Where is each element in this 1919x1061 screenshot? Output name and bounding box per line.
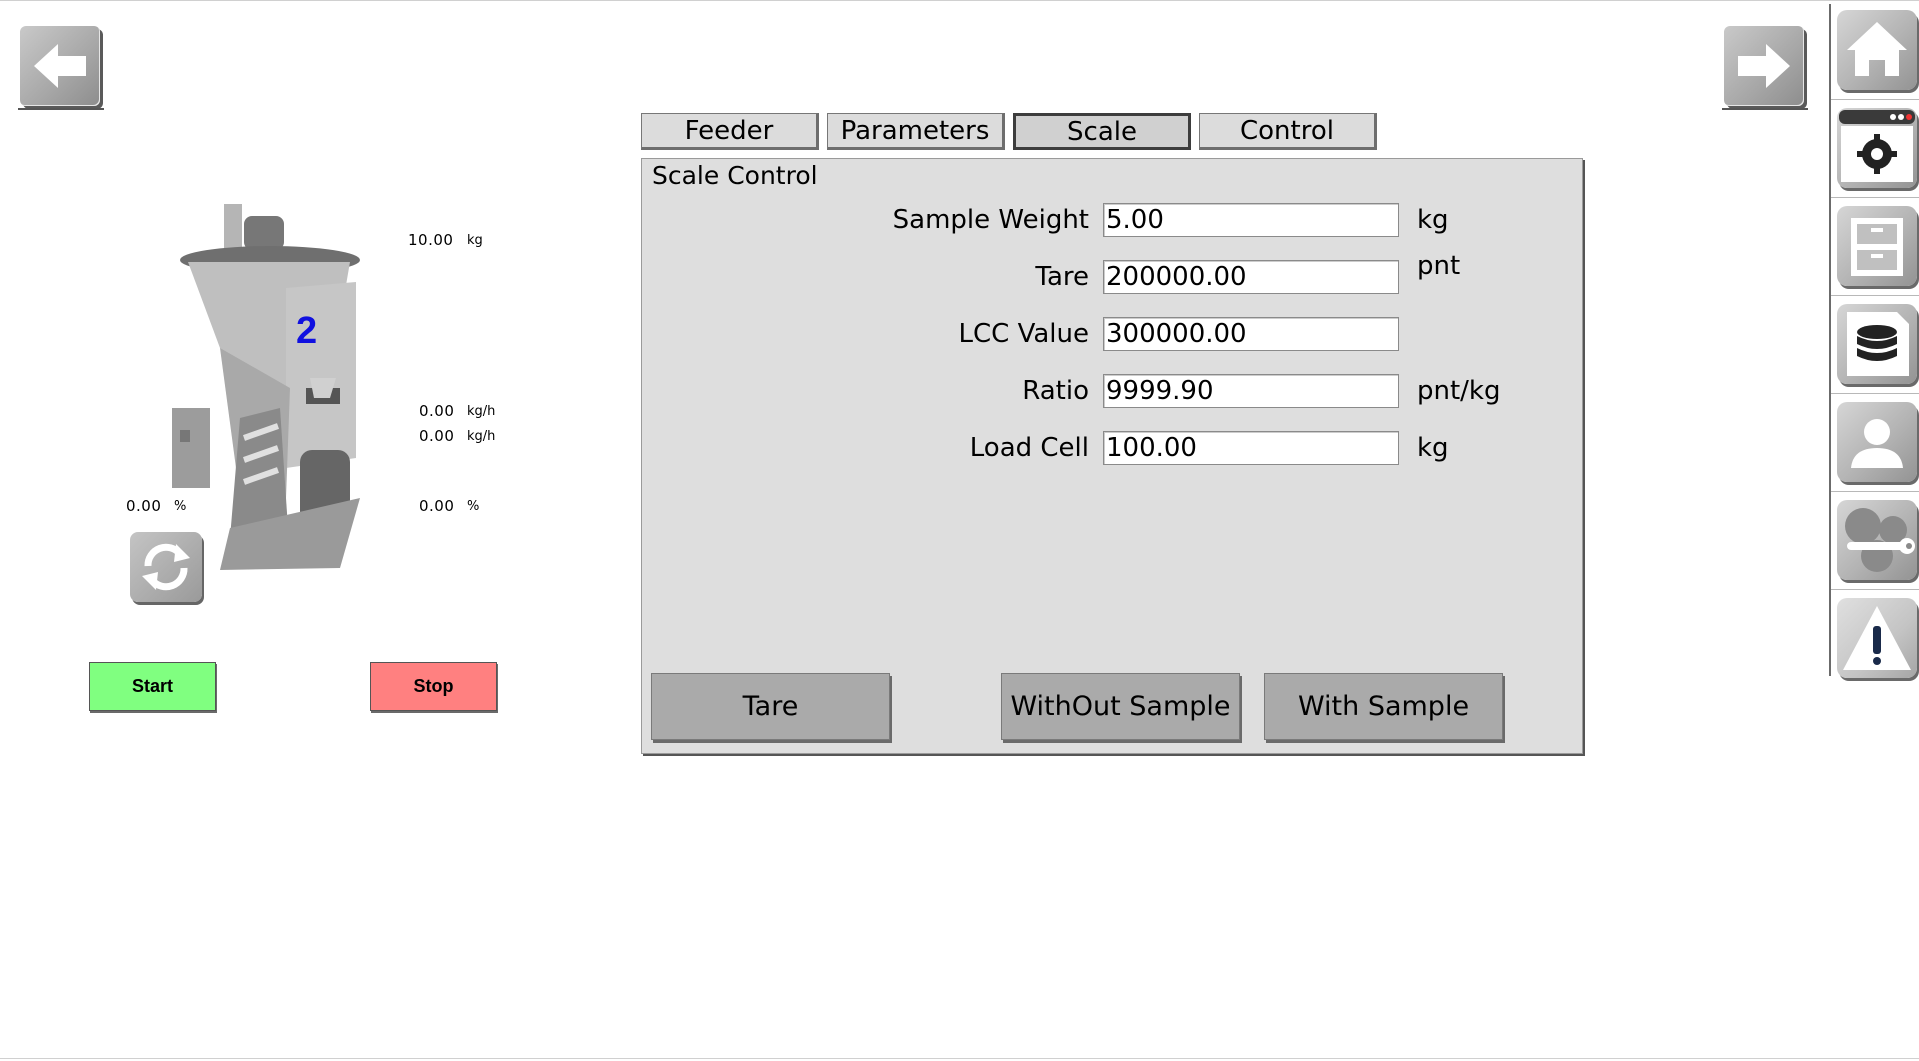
feeder-number: 2 bbox=[296, 310, 318, 352]
tab-label: Scale bbox=[1067, 116, 1137, 147]
right-percent-unit: % bbox=[467, 499, 480, 514]
tab-scale[interactable]: Scale bbox=[1013, 113, 1191, 150]
tare-button-label: Tare bbox=[742, 691, 799, 722]
rail-separator bbox=[1831, 197, 1919, 198]
left-percent-unit: % bbox=[174, 499, 187, 514]
load-cell-input[interactable]: 100.00 bbox=[1103, 431, 1399, 465]
tab-feeder[interactable]: Feeder bbox=[641, 113, 819, 150]
tare-label: Tare bbox=[1035, 262, 1089, 292]
tare-unit: pnt bbox=[1417, 251, 1461, 281]
lcc-value-input[interactable]: 300000.00 bbox=[1103, 317, 1399, 351]
forward-button-underline bbox=[1722, 108, 1808, 110]
start-button-label: Start bbox=[131, 676, 173, 696]
rate2-value: 0.00 bbox=[419, 427, 455, 445]
without-sample-button[interactable]: WithOut Sample bbox=[1001, 673, 1240, 740]
database-button[interactable] bbox=[1837, 304, 1917, 384]
sample-weight-label: Sample Weight bbox=[892, 205, 1089, 235]
refresh-button[interactable] bbox=[130, 532, 202, 602]
settings-button[interactable] bbox=[1837, 108, 1917, 188]
home-button[interactable] bbox=[1837, 10, 1917, 90]
weight-unit: kg bbox=[467, 233, 483, 248]
ratio-input[interactable]: 9999.90 bbox=[1103, 374, 1399, 408]
feeder-machine-image bbox=[172, 204, 360, 570]
tab-label: Control bbox=[1240, 115, 1334, 146]
back-button[interactable] bbox=[20, 26, 100, 106]
user-icon bbox=[1851, 419, 1903, 468]
start-button[interactable]: Start bbox=[89, 662, 216, 711]
tare-button[interactable]: Tare bbox=[651, 673, 890, 740]
rail-separator bbox=[1831, 295, 1919, 296]
home-icon bbox=[1847, 22, 1907, 76]
panel-title: Scale Control bbox=[652, 161, 818, 190]
rail-separator bbox=[1831, 393, 1919, 394]
ratio-label: Ratio bbox=[1022, 376, 1089, 406]
lcc-value-label: LCC Value bbox=[958, 319, 1089, 349]
left-percent-value: 0.00 bbox=[126, 497, 162, 515]
load-cell-unit: kg bbox=[1417, 433, 1449, 463]
tab-label: Feeder bbox=[684, 115, 774, 146]
rail-separator bbox=[1831, 491, 1919, 492]
database-icon bbox=[1847, 312, 1909, 376]
refresh-icon bbox=[142, 543, 190, 591]
tab-control[interactable]: Control bbox=[1199, 113, 1377, 150]
right-percent-value: 0.00 bbox=[419, 497, 455, 515]
without-sample-button-label: WithOut Sample bbox=[1010, 691, 1231, 722]
with-sample-button[interactable]: With Sample bbox=[1264, 673, 1503, 740]
maintenance-button[interactable] bbox=[1837, 500, 1917, 580]
tare-input[interactable]: 200000.00 bbox=[1103, 260, 1399, 294]
sample-weight-unit: kg bbox=[1417, 205, 1449, 235]
forward-button[interactable] bbox=[1724, 26, 1804, 106]
rail-separator bbox=[1831, 589, 1919, 590]
user-button[interactable] bbox=[1837, 402, 1917, 482]
ratio-unit: pnt/kg bbox=[1417, 376, 1501, 406]
tab-parameters[interactable]: Parameters bbox=[827, 113, 1005, 150]
stop-button[interactable]: Stop bbox=[370, 662, 497, 711]
back-button-underline bbox=[18, 108, 104, 110]
stop-button-label: Stop bbox=[413, 676, 454, 696]
scale-control-panel: Scale Control Sample Weight 5.00 kg Tare… bbox=[641, 158, 1583, 754]
file-cabinet-icon bbox=[1851, 218, 1903, 276]
right-nav-rail bbox=[1829, 4, 1919, 678]
alarm-button[interactable] bbox=[1837, 598, 1917, 678]
with-sample-button-label: With Sample bbox=[1297, 691, 1470, 722]
rail-separator bbox=[1831, 99, 1919, 100]
rate1-value: 0.00 bbox=[419, 402, 455, 420]
top-divider bbox=[0, 0, 1919, 1]
archive-button[interactable] bbox=[1837, 206, 1917, 286]
settings-window-icon bbox=[1839, 110, 1915, 182]
weight-value: 10.00 bbox=[408, 231, 454, 249]
rate2-unit: kg/h bbox=[467, 429, 496, 444]
tab-label: Parameters bbox=[840, 115, 990, 146]
arrow-right-icon bbox=[1738, 44, 1790, 88]
load-cell-label: Load Cell bbox=[969, 433, 1089, 463]
tools-icon bbox=[1845, 508, 1915, 572]
arrow-left-icon bbox=[34, 44, 86, 88]
bottom-divider bbox=[0, 1058, 1919, 1059]
alarm-warning-icon bbox=[1843, 606, 1911, 670]
rate1-unit: kg/h bbox=[467, 404, 496, 419]
sample-weight-input[interactable]: 5.00 bbox=[1103, 203, 1399, 237]
